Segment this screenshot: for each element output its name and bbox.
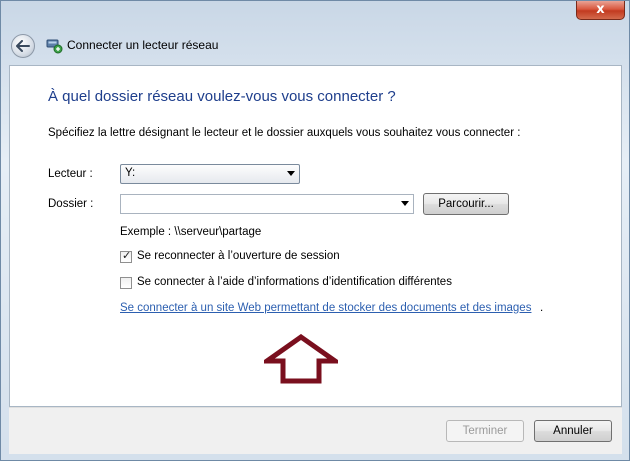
other-credentials-label[interactable]: Se connecter à l’aide d’informations d’i…: [137, 276, 452, 288]
finish-button[interactable]: Terminer: [446, 420, 524, 442]
folder-combobox[interactable]: [120, 194, 414, 214]
browse-button[interactable]: Parcourir...: [423, 193, 509, 215]
dialog-footer: Terminer Annuler: [9, 407, 622, 454]
other-credentials-checkbox[interactable]: [120, 277, 132, 289]
drive-label: Lecteur :: [48, 168, 93, 180]
drive-select[interactable]: Y:: [120, 164, 300, 184]
folder-label: Dossier :: [48, 198, 94, 210]
up-arrow-annotation-icon: [264, 334, 338, 384]
checkmark-icon: ✓: [122, 249, 132, 262]
link-period: .: [540, 302, 544, 314]
reconnect-label[interactable]: Se reconnecter à l’ouverture de session: [137, 250, 340, 262]
cancel-button[interactable]: Annuler: [534, 420, 612, 442]
window-title: Connecter un lecteur réseau: [67, 38, 219, 52]
back-button[interactable]: [11, 34, 35, 58]
instruction-text: Spécifiez la lettre désignant le lecteur…: [48, 127, 521, 139]
drive-select-value: Y:: [125, 167, 136, 179]
network-drive-icon: [46, 39, 63, 54]
close-button[interactable]: x: [576, 1, 625, 20]
window-frame: x Connecter un lecteur réseau À quel dos…: [0, 0, 630, 461]
example-text: Exemple : \\serveur\partage: [120, 226, 262, 238]
page-heading: À quel dossier réseau voulez-vous vous c…: [48, 88, 396, 105]
dropdown-arrow-icon: [401, 201, 409, 206]
dropdown-arrow-icon: [287, 171, 295, 176]
web-storage-link[interactable]: Se connecter à un site Web permettant de…: [120, 302, 531, 314]
back-arrow-icon: [16, 40, 30, 52]
content-pane: À quel dossier réseau voulez-vous vous c…: [9, 65, 622, 407]
reconnect-checkbox[interactable]: ✓: [120, 249, 132, 263]
